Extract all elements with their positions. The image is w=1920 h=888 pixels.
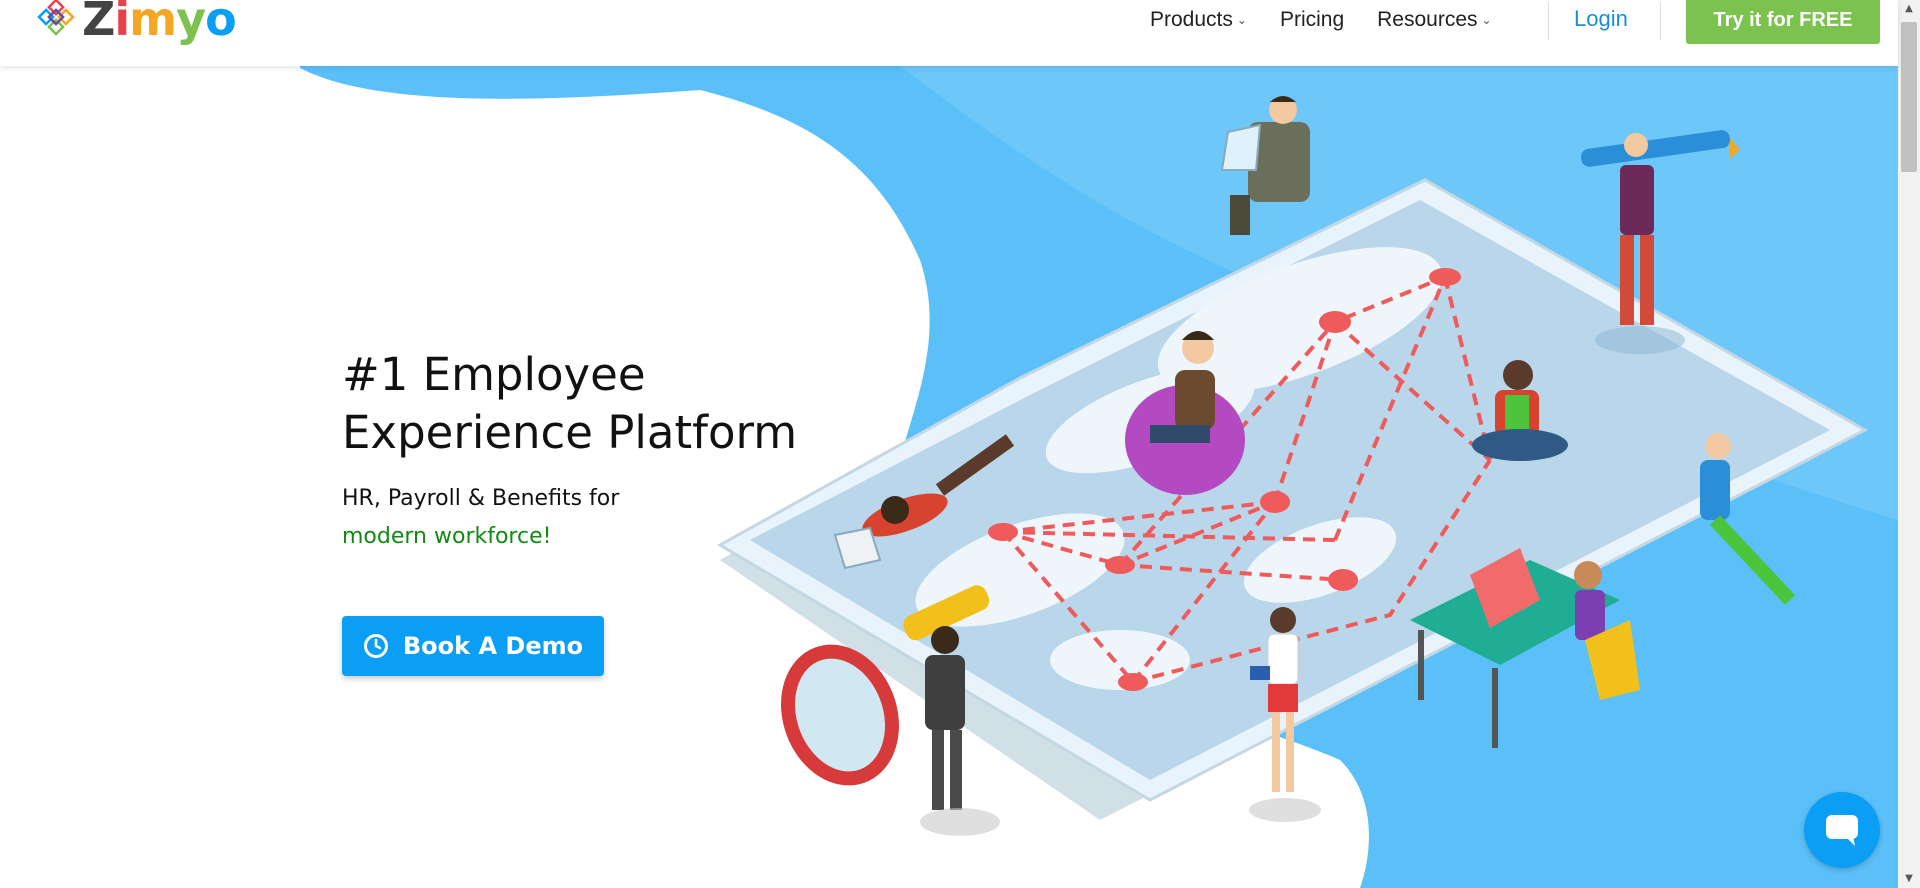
login-link[interactable]: Login <box>1574 6 1628 32</box>
chevron-down-icon: ⌄ <box>1236 13 1247 27</box>
hero-title-line1: #1 Employee <box>342 348 646 401</box>
chat-launcher-button[interactable] <box>1804 792 1880 868</box>
main-nav: Products ⌄ Pricing Resources ⌄ <box>1150 0 1525 40</box>
page-scrollbar[interactable]: ▲ ▼ <box>1898 0 1920 888</box>
nav-divider <box>1660 2 1661 40</box>
logo-letter-m: m <box>129 0 177 46</box>
logo-letter-z: Z <box>82 0 115 46</box>
scroll-thumb[interactable] <box>1901 22 1917 172</box>
nav-divider <box>1548 2 1549 40</box>
logo-mark-icon <box>37 0 75 36</box>
nav-resources-label: Resources <box>1377 8 1478 31</box>
scroll-up-icon[interactable]: ▲ <box>1898 0 1920 18</box>
hero-illustration <box>300 66 1898 888</box>
logo[interactable]: Zimyo <box>34 0 237 42</box>
hero-subtitle-line1: HR, Payroll & Benefits for <box>342 486 620 511</box>
nav-resources[interactable]: Resources ⌄ <box>1377 8 1491 32</box>
chevron-down-icon: ⌄ <box>1481 13 1492 27</box>
logo-letter-y: y <box>176 0 206 46</box>
hero-title-line2: Experience Platform <box>342 406 798 459</box>
nav-products[interactable]: Products ⌄ <box>1150 8 1247 32</box>
try-free-button[interactable]: Try it for FREE <box>1686 0 1880 44</box>
logo-letter-o: o <box>205 0 237 46</box>
chat-icon <box>1826 815 1858 846</box>
book-demo-button[interactable]: Book A Demo <box>342 616 604 676</box>
book-demo-label: Book A Demo <box>402 632 584 660</box>
nav-pricing[interactable]: Pricing <box>1280 8 1344 32</box>
logo-wordmark: Zimyo <box>82 0 237 42</box>
nav-pricing-label: Pricing <box>1279 8 1345 31</box>
site-header: Zimyo Products ⌄ Pricing Resources ⌄ Log… <box>0 0 1898 66</box>
clock-icon <box>363 634 388 658</box>
hero-subtitle-line2: modern workforce! <box>342 524 552 549</box>
hero-title: #1 Employee Experience Platform <box>342 346 862 462</box>
nav-products-label: Products <box>1150 8 1233 31</box>
scroll-down-icon[interactable]: ▼ <box>1898 870 1920 888</box>
logo-letter-i: i <box>114 0 130 46</box>
